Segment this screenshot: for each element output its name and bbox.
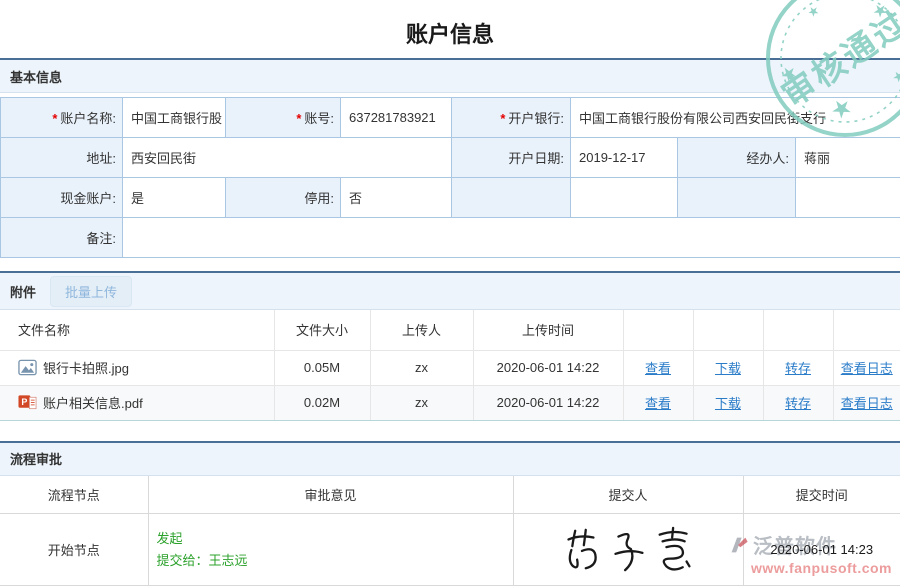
address-value: 西安回民街 <box>123 138 452 178</box>
file-uploader: zx <box>370 350 473 385</box>
empty-label-cell <box>678 178 796 218</box>
col-submitter: 提交人 <box>513 476 743 514</box>
empty-value-cell <box>571 178 678 218</box>
account-no-value: 637281783921 <box>341 98 452 138</box>
submitter-signature <box>558 526 698 574</box>
col-file-size: 文件大小 <box>274 310 370 350</box>
col-action <box>623 310 693 350</box>
section-attachments: 附件 批量上传 <box>0 271 900 310</box>
svg-text:P: P <box>21 397 27 407</box>
opinion-target: 提交给：王志远 <box>157 550 513 572</box>
page-title: 账户信息 <box>0 0 900 58</box>
handler-label: 经办人: <box>678 138 796 178</box>
attachment-row: 银行卡拍照.jpg 0.05M zx 2020-06-01 14:22 查看 下… <box>0 350 900 385</box>
empty-value-cell <box>796 178 900 218</box>
section-basic-info-title: 基本信息 <box>10 67 62 86</box>
pdf-file-icon: P <box>18 393 37 412</box>
batch-upload-button[interactable]: 批量上传 <box>50 276 132 307</box>
view-log-link[interactable]: 查看日志 <box>841 396 893 411</box>
disabled-value: 否 <box>341 178 452 218</box>
attachments-header-row: 文件名称 文件大小 上传人 上传时间 <box>0 310 900 350</box>
section-approval-title: 流程审批 <box>10 449 62 468</box>
remark-value <box>123 218 900 258</box>
bank-label: *开户银行: <box>452 98 571 138</box>
col-action <box>763 310 833 350</box>
file-upload-time: 2020-06-01 14:22 <box>473 350 623 385</box>
image-file-icon <box>18 358 37 377</box>
basic-row-3: 现金账户: 是 停用: 否 <box>1 178 900 218</box>
cash-account-label: 现金账户: <box>1 178 123 218</box>
file-name: 账户相关信息.pdf <box>43 393 143 412</box>
approval-table: 流程节点 审批意见 提交人 提交时间 开始节点 发起 提交给：王志远 <box>0 476 900 586</box>
file-size: 0.02M <box>274 385 370 420</box>
col-action <box>693 310 763 350</box>
view-link[interactable]: 查看 <box>645 396 671 411</box>
approval-row: 开始节点 发起 提交给：王志远 <box>0 514 900 586</box>
view-log-link[interactable]: 查看日志 <box>841 361 893 376</box>
cash-account-value: 是 <box>123 178 226 218</box>
attachment-row: P 账户相关信息.pdf 0.02M zx 2020-06-01 14:22 查… <box>0 385 900 420</box>
col-flow-node: 流程节点 <box>0 476 148 514</box>
col-approval-opinion: 审批意见 <box>148 476 513 514</box>
section-attachments-title: 附件 <box>10 282 36 301</box>
approval-header-row: 流程节点 审批意见 提交人 提交时间 <box>0 476 900 514</box>
file-name: 银行卡拍照.jpg <box>43 358 129 377</box>
section-basic-info: 基本信息 <box>0 58 900 93</box>
col-action <box>833 310 900 350</box>
required-mark: * <box>296 111 301 126</box>
remark-label: 备注: <box>1 218 123 258</box>
bank-value: 中国工商银行股份有限公司西安回民街支行 <box>571 98 900 138</box>
transfer-link[interactable]: 转存 <box>785 396 811 411</box>
empty-label-cell <box>452 178 571 218</box>
col-file-name: 文件名称 <box>0 310 274 350</box>
basic-row-4: 备注: <box>1 218 900 258</box>
basic-row-1: *账户名称: 中国工商银行股 *账号: 637281783921 *开户银行: … <box>1 98 900 138</box>
col-uploader: 上传人 <box>370 310 473 350</box>
disabled-label: 停用: <box>226 178 341 218</box>
account-name-label: *账户名称: <box>1 98 123 138</box>
required-mark: * <box>500 111 505 126</box>
handler-value: 蒋丽 <box>796 138 900 178</box>
open-date-label: 开户日期: <box>452 138 571 178</box>
section-approval: 流程审批 <box>0 441 900 476</box>
file-upload-time: 2020-06-01 14:22 <box>473 385 623 420</box>
col-submit-time: 提交时间 <box>743 476 900 514</box>
account-no-label: *账号: <box>226 98 341 138</box>
flow-node: 开始节点 <box>0 514 148 586</box>
required-mark: * <box>52 111 57 126</box>
basic-row-2: 地址: 西安回民街 开户日期: 2019-12-17 经办人: 蒋丽 <box>1 138 900 178</box>
view-link[interactable]: 查看 <box>645 361 671 376</box>
open-date-value: 2019-12-17 <box>571 138 678 178</box>
file-uploader: zx <box>370 385 473 420</box>
basic-info-table: *账户名称: 中国工商银行股 *账号: 637281783921 *开户银行: … <box>0 97 900 258</box>
address-label: 地址: <box>1 138 123 178</box>
col-upload-time: 上传时间 <box>473 310 623 350</box>
transfer-link[interactable]: 转存 <box>785 361 811 376</box>
attachments-table: 文件名称 文件大小 上传人 上传时间 银行卡拍照.jpg 0.05M <box>0 310 900 421</box>
account-name-value: 中国工商银行股 <box>123 98 226 138</box>
opinion-action: 发起 <box>157 528 513 550</box>
file-size: 0.05M <box>274 350 370 385</box>
download-link[interactable]: 下载 <box>715 361 741 376</box>
download-link[interactable]: 下载 <box>715 396 741 411</box>
account-info-page: 账户信息 基本信息 *账户名称: 中国工商银行股 *账号: 6372817839… <box>0 0 900 586</box>
submit-time: 2020-06-01 14:23 <box>770 542 873 557</box>
